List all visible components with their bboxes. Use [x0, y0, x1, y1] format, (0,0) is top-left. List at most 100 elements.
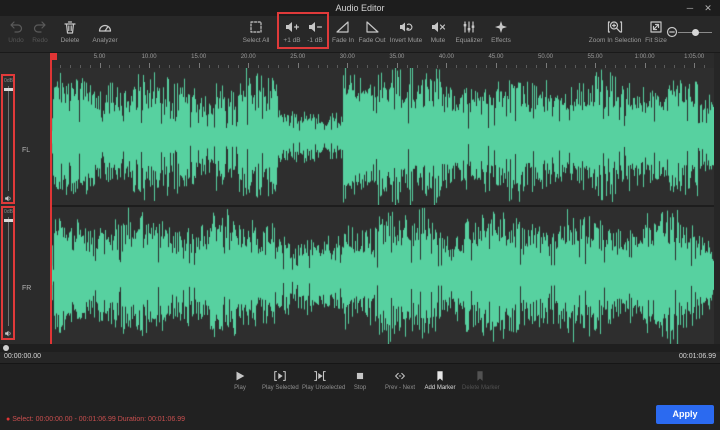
equalizer-button[interactable]: Equalizer	[452, 19, 486, 44]
ruler-label: 45.00	[488, 54, 503, 60]
window-title: Audio Editor	[0, 0, 720, 16]
fader-fr-track[interactable]	[8, 217, 9, 326]
fade-in-label: Fade In	[330, 37, 356, 44]
title-bar: Audio Editor ─ ✕	[0, 0, 720, 16]
ruler-label: 40.00	[439, 54, 454, 60]
undo-icon	[8, 19, 24, 35]
fader-fr-scale: 0dB	[3, 209, 14, 215]
selection-status-text: Select: 00:00:00.00 - 00:01:06.99 Durati…	[12, 416, 185, 423]
play-selected-label: Play Selected	[262, 385, 298, 391]
waveform-area[interactable]	[50, 68, 714, 344]
waveform-fr[interactable]	[50, 207, 714, 344]
zoom-in-selection-icon	[607, 19, 623, 35]
ruler-label: 20.00	[241, 54, 256, 60]
volume-down-icon	[307, 19, 323, 35]
zoom-out-icon[interactable]	[666, 26, 678, 38]
scrollbar-thumb[interactable]	[3, 345, 9, 351]
fader-fr[interactable]: 0dB	[3, 209, 14, 338]
time-row: 00:00:00.00 00:01:06.99	[0, 352, 720, 363]
invert-mute-icon	[398, 19, 414, 35]
playhead[interactable]	[50, 53, 52, 344]
close-icon[interactable]: ✕	[700, 0, 716, 16]
invert-mute-button[interactable]: Invert Mute	[388, 19, 424, 44]
channel-label-fl: FL	[22, 147, 30, 154]
redo-label: Redo	[28, 37, 52, 44]
selection-status: ●Select: 00:00:00.00 - 00:01:06.99 Durat…	[6, 416, 185, 423]
fade-out-button[interactable]: Fade Out	[358, 19, 386, 44]
zoom-slider-thumb[interactable]	[692, 29, 699, 36]
zoom-in-selection-button[interactable]: Zoom In Selection	[588, 19, 642, 44]
volume-up-button[interactable]: +1 dB	[281, 19, 303, 44]
equalizer-icon	[461, 19, 477, 35]
select-all-button[interactable]: Select All	[238, 19, 274, 44]
undo-label: Undo	[4, 37, 28, 44]
zoom-in-selection-label: Zoom In Selection	[588, 37, 642, 44]
ruler-label: 15.00	[191, 54, 206, 60]
play-button[interactable]: Play	[222, 369, 258, 391]
effects-label: Effects	[488, 37, 514, 44]
add-marker-icon	[433, 369, 447, 383]
status-dot-icon: ●	[6, 416, 10, 423]
volume-up-label: +1 dB	[281, 37, 303, 44]
ruler-label: 55.00	[588, 54, 603, 60]
timeline-ruler[interactable]: 5.0010.0015.0020.0025.0030.0035.0040.004…	[50, 53, 714, 68]
prev-next-button[interactable]: Prev - Next	[382, 369, 418, 391]
effects-button[interactable]: Effects	[488, 19, 514, 44]
play-label: Play	[222, 385, 258, 391]
mute-icon	[430, 19, 446, 35]
stop-label: Stop	[342, 385, 378, 391]
undo-button[interactable]: Undo	[4, 19, 28, 44]
fader-fl-scale: 0dB	[3, 78, 14, 84]
fade-in-icon	[335, 19, 351, 35]
fit-size-label: Fit Size	[642, 37, 670, 44]
add-marker-button[interactable]: Add Marker	[422, 369, 458, 391]
analyzer-label: Analyzer	[88, 37, 122, 44]
delete-marker-button[interactable]: Delete Marker	[462, 369, 498, 391]
fader-fr-speaker-icon[interactable]	[4, 329, 13, 338]
volume-down-button[interactable]: -1 dB	[304, 19, 326, 44]
channel-gutter: FL FR 0dB 0dB	[0, 68, 50, 344]
select-all-icon	[248, 19, 264, 35]
mute-button[interactable]: Mute	[426, 19, 450, 44]
ruler-label: 25.00	[290, 54, 305, 60]
play-unselected-button[interactable]: Play Unselected	[302, 369, 338, 391]
current-time: 00:00:00.00	[4, 353, 41, 360]
invert-mute-label: Invert Mute	[388, 37, 424, 44]
delete-button[interactable]: Delete	[55, 19, 85, 44]
volume-down-label: -1 dB	[304, 37, 326, 44]
stop-icon	[353, 369, 367, 383]
redo-button[interactable]: Redo	[28, 19, 52, 44]
fade-out-label: Fade Out	[358, 37, 386, 44]
fader-fr-thumb[interactable]	[4, 219, 13, 222]
fader-fl-speaker-icon[interactable]	[4, 194, 13, 203]
trash-icon	[62, 19, 78, 35]
fit-size-icon	[648, 19, 664, 35]
fade-in-button[interactable]: Fade In	[330, 19, 356, 44]
add-marker-label: Add Marker	[422, 385, 458, 391]
play-unselected-label: Play Unselected	[302, 385, 338, 391]
ruler-label: 30.00	[340, 54, 355, 60]
total-time: 00:01:06.99	[679, 353, 716, 360]
ruler-label: 50.00	[538, 54, 553, 60]
volume-up-icon	[284, 19, 300, 35]
redo-icon	[32, 19, 48, 35]
play-unselected-icon	[313, 369, 327, 383]
apply-button[interactable]: Apply	[656, 405, 714, 424]
fader-fl-thumb[interactable]	[4, 88, 13, 91]
analyzer-button[interactable]: Analyzer	[88, 19, 122, 44]
mute-label: Mute	[426, 37, 450, 44]
fader-fl-track[interactable]	[8, 86, 9, 191]
horizontal-scrollbar[interactable]	[0, 344, 720, 352]
select-all-label: Select All	[238, 37, 274, 44]
audio-editor-window: Audio Editor ─ ✕ Undo Redo Delete Analyz…	[0, 0, 720, 430]
ruler-gutter	[0, 53, 50, 68]
ruler-label: 1:00.00	[635, 54, 655, 60]
stop-button[interactable]: Stop	[342, 369, 378, 391]
fader-fl[interactable]: 0dB	[3, 78, 14, 203]
fade-out-icon	[364, 19, 380, 35]
main-toolbar: Undo Redo Delete Analyzer Select All +1 …	[0, 16, 720, 53]
play-selected-button[interactable]: Play Selected	[262, 369, 298, 391]
waveform-fl[interactable]	[50, 68, 714, 205]
zoom-slider[interactable]	[666, 26, 712, 38]
minimize-icon[interactable]: ─	[682, 0, 698, 16]
